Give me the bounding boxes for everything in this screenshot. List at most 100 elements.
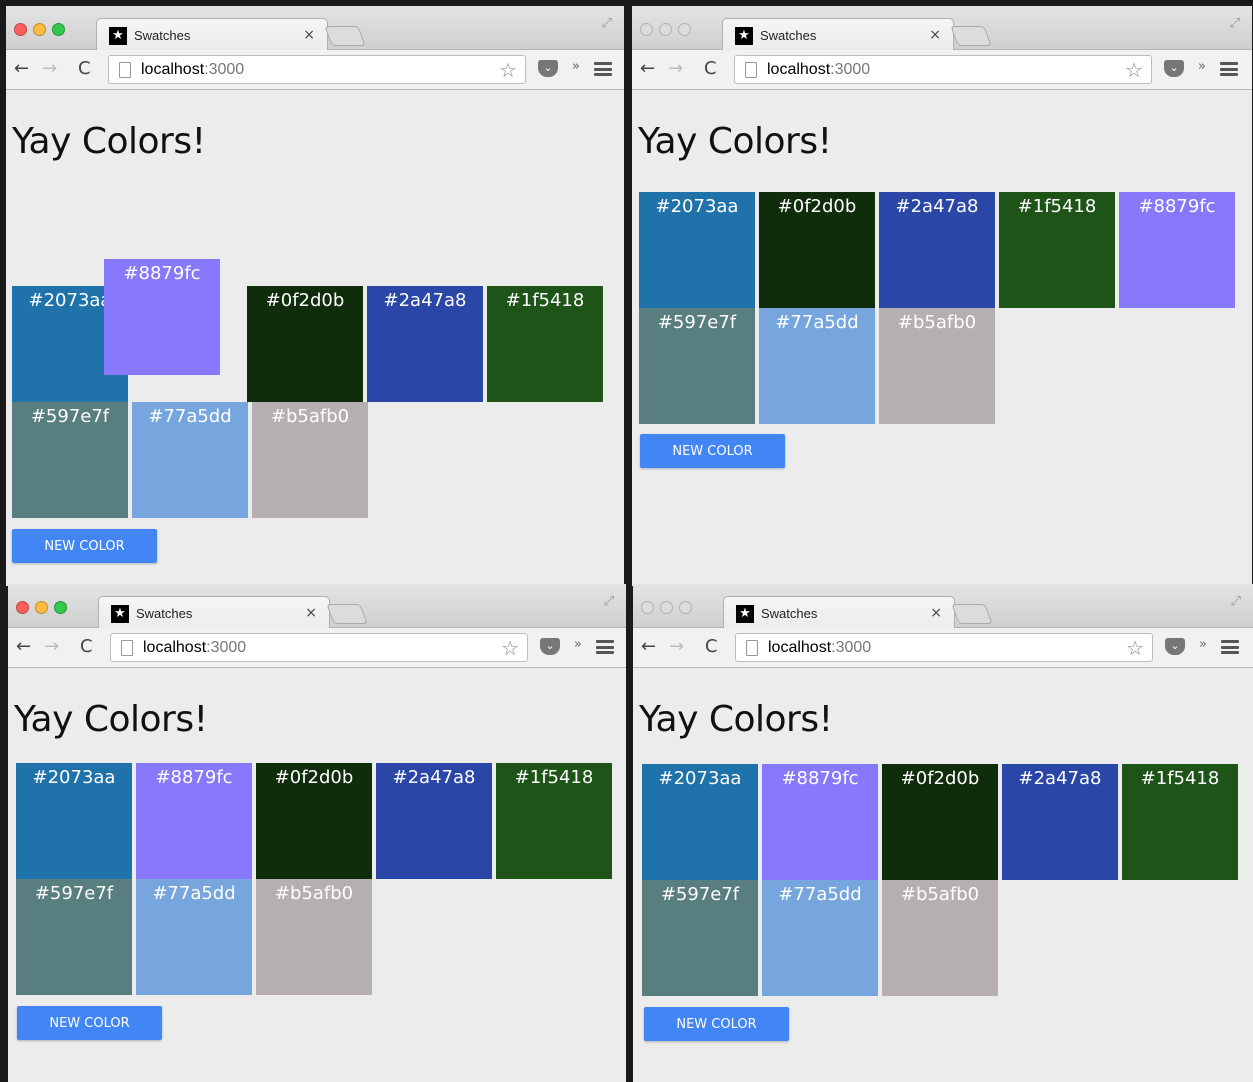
swatch[interactable]: #597e7f (639, 308, 755, 424)
swatch[interactable]: #597e7f (12, 402, 128, 518)
new-tab-button[interactable] (326, 604, 368, 624)
tab-close-icon[interactable]: × (929, 27, 941, 43)
fullscreen-icon[interactable]: ⤢ (1231, 594, 1241, 609)
swatch[interactable]: #b5afb0 (882, 880, 998, 996)
forward-arrow-icon[interactable]: → (668, 58, 683, 79)
extensions-overflow-icon[interactable]: » (574, 637, 582, 652)
address-bar[interactable]: localhost:3000 ☆ (110, 633, 528, 662)
swatch[interactable]: #8879fc (762, 764, 878, 880)
zoom-window-button[interactable] (678, 23, 691, 36)
swatch[interactable]: #597e7f (16, 879, 132, 995)
address-bar[interactable]: localhost:3000 ☆ (735, 633, 1153, 662)
close-window-button[interactable] (14, 23, 27, 36)
tab-swatches[interactable]: ★ Swatches × (96, 18, 328, 51)
menu-icon[interactable] (1221, 640, 1239, 654)
swatch[interactable]: #77a5dd (762, 880, 878, 996)
extensions-overflow-icon[interactable]: » (1198, 59, 1206, 74)
bookmark-star-icon[interactable]: ☆ (1125, 58, 1143, 82)
new-tab-button[interactable] (324, 26, 366, 46)
swatch[interactable]: #1f5418 (1122, 764, 1238, 880)
swatch[interactable]: #2073aa (642, 764, 758, 880)
new-color-button[interactable]: NEW COLOR (640, 434, 785, 468)
swatch[interactable]: #2a47a8 (376, 763, 492, 879)
back-arrow-icon[interactable]: ← (16, 636, 31, 657)
toolbar: ← → C localhost:3000 ☆ ⌄ » (8, 628, 626, 668)
new-tab-button[interactable] (951, 604, 993, 624)
tab-close-icon[interactable]: × (305, 605, 317, 621)
new-color-button[interactable]: NEW COLOR (644, 1007, 789, 1041)
reload-icon[interactable]: C (704, 58, 717, 79)
bookmark-star-icon[interactable]: ☆ (499, 58, 517, 82)
swatch[interactable]: #77a5dd (759, 308, 875, 424)
bookmark-star-icon[interactable]: ☆ (1126, 636, 1144, 660)
swatch[interactable]: #0f2d0b (882, 764, 998, 880)
tab-title: Swatches (760, 28, 817, 43)
tab-swatches[interactable]: ★ Swatches × (98, 596, 330, 629)
swatch[interactable]: #b5afb0 (256, 879, 372, 995)
swatch[interactable]: #2073aa (16, 763, 132, 879)
pocket-extension-icon[interactable]: ⌄ (538, 60, 558, 77)
minimize-window-button[interactable] (659, 23, 672, 36)
swatch[interactable]: #b5afb0 (879, 308, 995, 424)
minimize-window-button[interactable] (660, 601, 673, 614)
swatch[interactable]: #0f2d0b (256, 763, 372, 879)
zoom-window-button[interactable] (679, 601, 692, 614)
swatch[interactable]: #2a47a8 (367, 286, 483, 402)
menu-icon[interactable] (594, 62, 612, 76)
fullscreen-icon[interactable]: ⤢ (1230, 16, 1240, 31)
back-arrow-icon[interactable]: ← (14, 58, 29, 79)
swatch[interactable]: #2a47a8 (1002, 764, 1118, 880)
swatch[interactable]: #1f5418 (999, 192, 1115, 308)
url-text: localhost:3000 (141, 61, 245, 78)
tab-close-icon[interactable]: × (303, 27, 315, 43)
tab-close-icon[interactable]: × (930, 605, 942, 621)
pocket-extension-icon[interactable]: ⌄ (1165, 638, 1185, 655)
minimize-window-button[interactable] (33, 23, 46, 36)
dragged-swatch[interactable]: #8879fc (104, 259, 220, 375)
forward-arrow-icon[interactable]: → (42, 58, 57, 79)
tab-swatches[interactable]: ★ Swatches × (722, 18, 954, 51)
bookmark-star-icon[interactable]: ☆ (501, 636, 519, 660)
swatch[interactable]: #8879fc (1119, 192, 1235, 308)
reload-icon[interactable]: C (80, 636, 93, 657)
address-bar[interactable]: localhost:3000 ☆ (734, 55, 1152, 84)
reload-icon[interactable]: C (705, 636, 718, 657)
swatch[interactable]: #0f2d0b (247, 286, 363, 402)
menu-icon[interactable] (596, 640, 614, 654)
pocket-extension-icon[interactable]: ⌄ (540, 638, 560, 655)
swatch[interactable]: #1f5418 (496, 763, 612, 879)
close-window-button[interactable] (640, 23, 653, 36)
minimize-window-button[interactable] (35, 601, 48, 614)
swatch[interactable]: #77a5dd (132, 402, 248, 518)
swatch[interactable]: #77a5dd (136, 879, 252, 995)
zoom-window-button[interactable] (54, 601, 67, 614)
tab-swatches[interactable]: ★ Swatches × (723, 596, 955, 629)
swatch[interactable]: #8879fc (136, 763, 252, 879)
forward-arrow-icon[interactable]: → (44, 636, 59, 657)
forward-arrow-icon[interactable]: → (669, 636, 684, 657)
new-color-button[interactable]: NEW COLOR (17, 1006, 162, 1040)
swatch[interactable]: #1f5418 (487, 286, 603, 402)
swatch[interactable]: #597e7f (642, 880, 758, 996)
swatch[interactable]: #b5afb0 (252, 402, 368, 518)
swatch[interactable]: #0f2d0b (759, 192, 875, 308)
swatch[interactable]: #2073aa (639, 192, 755, 308)
close-window-button[interactable] (641, 601, 654, 614)
close-window-button[interactable] (16, 601, 29, 614)
back-arrow-icon[interactable]: ← (640, 58, 655, 79)
pocket-extension-icon[interactable]: ⌄ (1164, 60, 1184, 77)
tab-title: Swatches (761, 606, 818, 621)
address-bar[interactable]: localhost:3000 ☆ (108, 55, 526, 84)
extensions-overflow-icon[interactable]: » (572, 59, 580, 74)
zoom-window-button[interactable] (52, 23, 65, 36)
back-arrow-icon[interactable]: ← (641, 636, 656, 657)
menu-icon[interactable] (1220, 62, 1238, 76)
new-tab-button[interactable] (950, 26, 992, 46)
extensions-overflow-icon[interactable]: » (1199, 637, 1207, 652)
reload-icon[interactable]: C (78, 58, 91, 79)
fullscreen-icon[interactable]: ⤢ (602, 16, 612, 31)
fullscreen-icon[interactable]: ⤢ (604, 594, 614, 609)
toolbar: ← → C localhost:3000 ☆ ⌄ » (633, 628, 1253, 668)
new-color-button[interactable]: NEW COLOR (12, 529, 157, 563)
swatch[interactable]: #2a47a8 (879, 192, 995, 308)
